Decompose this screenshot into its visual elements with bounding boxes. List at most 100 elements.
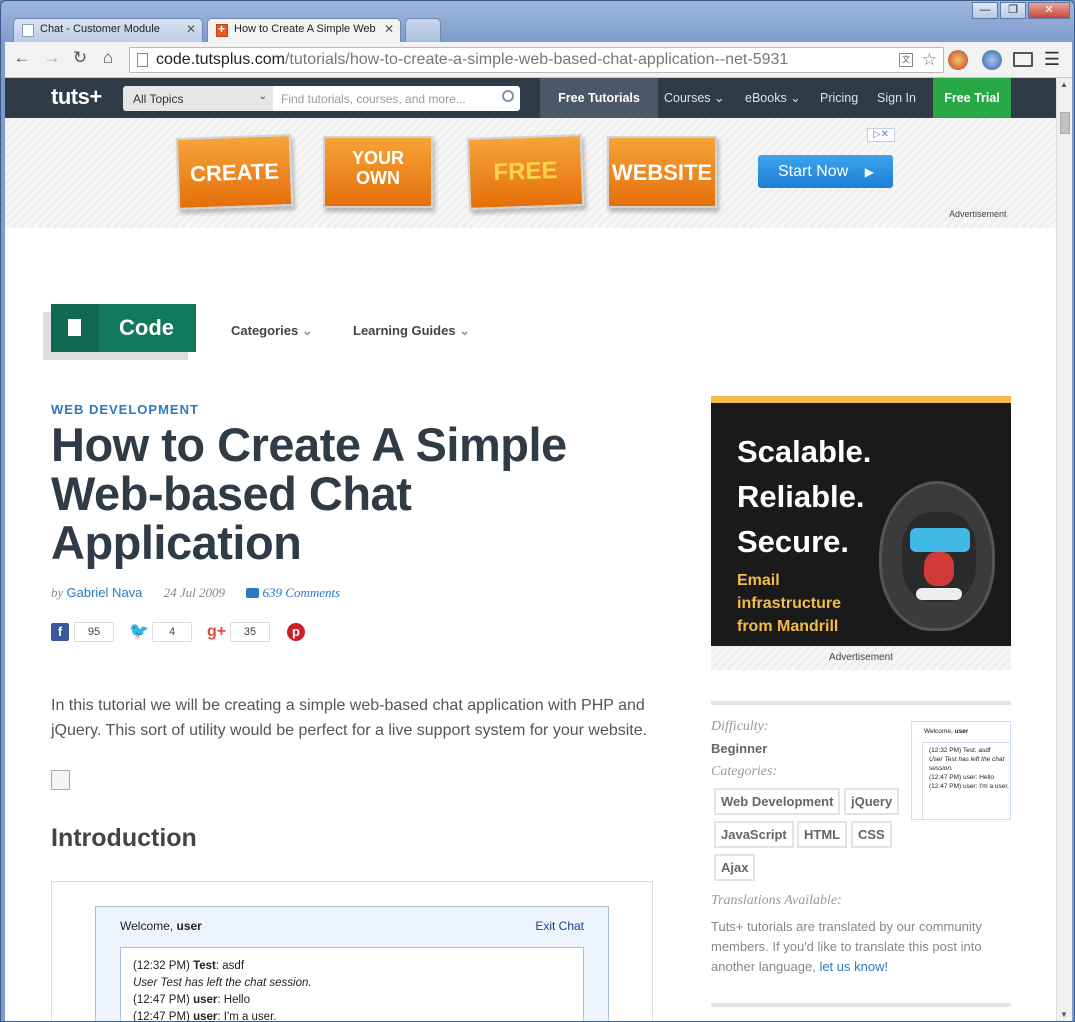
chat-window: Welcome, user Exit Chat (12:32 PM) Test:…	[95, 906, 609, 1021]
vertical-scrollbar[interactable]: ▲ ▼	[1056, 78, 1072, 1021]
twitter-share[interactable]: 🐦 4	[129, 621, 192, 642]
scroll-down-icon[interactable]: ▼	[1060, 1010, 1068, 1019]
globe-extension-icon[interactable]	[982, 50, 1002, 70]
chat-line: (12:32 PM) Test: asdf	[133, 960, 245, 972]
share-count: 95	[74, 621, 114, 642]
banner-sign-website: WEBSITE	[607, 136, 717, 208]
start-now-button[interactable]: Start Now ▶	[758, 155, 893, 188]
chat-log: (12:32 PM) Test: asdf User Test has left…	[120, 947, 584, 1021]
tab-how-to-create[interactable]: How to Create A Simple Web ✕	[207, 18, 401, 42]
translations-label: Translations Available:	[711, 893, 842, 908]
browser-toolbar: ← → ↻ ⌂ code.tutsplus.com/tutorials/how-…	[5, 42, 1072, 78]
tutsplus-logo[interactable]: tuts+	[51, 84, 102, 110]
article-category[interactable]: WEB DEVELOPMENT	[51, 402, 199, 417]
tutorial-thumbnail[interactable]: Welcome, user (12:32 PM) Test: asdf User…	[911, 721, 1011, 820]
twitter-icon[interactable]: 🐦	[129, 623, 149, 641]
close-tab-icon[interactable]: ✕	[384, 22, 394, 36]
new-tab-button[interactable]	[405, 18, 441, 42]
learning-guides-menu[interactable]: Learning Guides ⌄	[353, 323, 470, 339]
site-navbar: tuts+ All Topics ⌄ Find tutorials, course…	[5, 78, 1056, 118]
nav-sign-in[interactable]: Sign In	[877, 78, 916, 118]
let-us-know-link[interactable]: let us know!	[819, 959, 888, 974]
nav-courses[interactable]: Courses ⌄	[664, 78, 725, 118]
chevron-down-icon: ⌄	[258, 91, 267, 102]
chevron-down-icon: ⌄	[714, 91, 725, 105]
mandrill-ad[interactable]: Scalable. Reliable. Secure. Email infrastru…	[711, 396, 1011, 646]
address-bar[interactable]: code.tutsplus.com/tutorials/how-to-creat…	[129, 47, 944, 73]
cast-icon[interactable]	[1013, 52, 1033, 67]
tag-css[interactable]: CSS	[851, 821, 892, 848]
facebook-icon[interactable]: f	[51, 622, 69, 641]
nav-ebooks[interactable]: eBooks ⌄	[745, 78, 801, 118]
play-icon: ▶	[864, 165, 874, 179]
tab-chat-customer-module[interactable]: Chat - Customer Module ✕	[13, 18, 203, 42]
code-section-badge[interactable]: Code	[51, 304, 196, 352]
sidebar-divider	[711, 701, 1011, 705]
article-meta: by Gabriel Nava 24 Jul 2009 639 Comments	[51, 585, 341, 600]
mandrill-logo	[879, 481, 995, 631]
article-title: How to Create A Simple Web-based Chat Ap…	[51, 418, 567, 569]
banner-sign-your-own: YOUR OWN	[323, 136, 433, 208]
broken-image-icon	[51, 770, 70, 790]
difficulty-value: Beginner	[711, 741, 768, 756]
pinterest-share[interactable]: p	[287, 621, 305, 642]
free-trial-button[interactable]: Free Trial	[933, 78, 1011, 118]
tag-jquery[interactable]: jQuery	[844, 788, 900, 815]
ad-choices-icon[interactable]: ▷✕	[867, 128, 895, 142]
search-icon[interactable]	[502, 90, 514, 102]
home-icon[interactable]: ⌂	[97, 48, 119, 68]
banner-sign-free: FREE	[466, 134, 585, 210]
googleplus-icon[interactable]: g+	[207, 623, 226, 641]
chevron-down-icon: ⌄	[790, 91, 801, 105]
topics-dropdown[interactable]: All Topics ⌄	[123, 86, 273, 111]
scroll-up-icon[interactable]: ▲	[1060, 80, 1068, 89]
extension-icon[interactable]	[948, 50, 968, 70]
tag-html[interactable]: HTML	[797, 821, 848, 848]
forward-icon[interactable]: →	[41, 48, 63, 68]
maximize-button[interactable]: ❐	[1000, 2, 1026, 19]
ad-subline: Email infrastructure from Mandrill	[737, 572, 842, 635]
banner-sign-create: CREATE	[175, 134, 294, 210]
translate-icon[interactable]: 文	[899, 53, 913, 67]
thumb-log: (12:32 PM) Test: asdf User Test has left…	[922, 742, 1010, 819]
search-input[interactable]: Find tutorials, courses, and more...	[273, 86, 520, 111]
tab-strip: Chat - Customer Module ✕ How to Create A…	[9, 18, 1069, 42]
minimize-button[interactable]: —	[972, 2, 998, 19]
scrollbar-thumb[interactable]	[1060, 112, 1070, 134]
close-window-button[interactable]: ✕	[1028, 2, 1070, 19]
nav-free-tutorials[interactable]: Free Tutorials	[540, 78, 658, 118]
bookmark-star-icon[interactable]: ☆	[922, 48, 937, 72]
close-tab-icon[interactable]: ✕	[186, 22, 196, 36]
facebook-share[interactable]: f 95	[51, 621, 114, 642]
banner-ad[interactable]: CREATE YOUR OWN FREE WEBSITE ▷✕ Start Now…	[5, 118, 1056, 228]
chat-line: (12:47 PM) user: Hello	[133, 994, 250, 1006]
mandrill-eyes	[910, 528, 970, 552]
reload-icon[interactable]: ↻	[69, 48, 91, 68]
chat-line: (12:47 PM) user: I'm a user.	[133, 1011, 277, 1021]
tag-ajax[interactable]: Ajax	[714, 854, 756, 881]
chevron-down-icon: ⌄	[459, 323, 471, 338]
mandrill-mouth	[916, 588, 962, 600]
share-count: 4	[152, 621, 192, 642]
back-icon[interactable]: ←	[11, 48, 33, 68]
menu-icon[interactable]: ☰	[1044, 49, 1060, 70]
document-icon	[51, 304, 99, 352]
chevron-down-icon: ⌄	[301, 323, 313, 338]
comments-link[interactable]: 639 Comments	[263, 585, 341, 600]
web-page: tuts+ All Topics ⌄ Find tutorials, course…	[5, 78, 1056, 1021]
nav-pricing[interactable]: Pricing	[820, 78, 858, 118]
googleplus-share[interactable]: g+ 35	[207, 621, 270, 642]
categories-menu[interactable]: Categories ⌄	[231, 323, 313, 339]
exit-chat-link: Exit Chat	[535, 919, 584, 933]
tag-web-development[interactable]: Web Development	[714, 788, 841, 815]
thumb-welcome: Welcome, user	[924, 728, 969, 735]
pinterest-icon[interactable]: p	[287, 622, 305, 641]
section-heading: Introduction	[51, 824, 197, 852]
publish-date: 24 Jul 2009	[163, 585, 226, 600]
ad-label: Advertisement	[711, 646, 1011, 670]
page-icon	[137, 53, 148, 67]
tag-javascript[interactable]: JavaScript	[714, 821, 794, 848]
categories-label: Categories:	[711, 764, 778, 779]
author-link[interactable]: Gabriel Nava	[67, 585, 143, 600]
chat-line: User Test has left the chat session.	[133, 977, 312, 989]
